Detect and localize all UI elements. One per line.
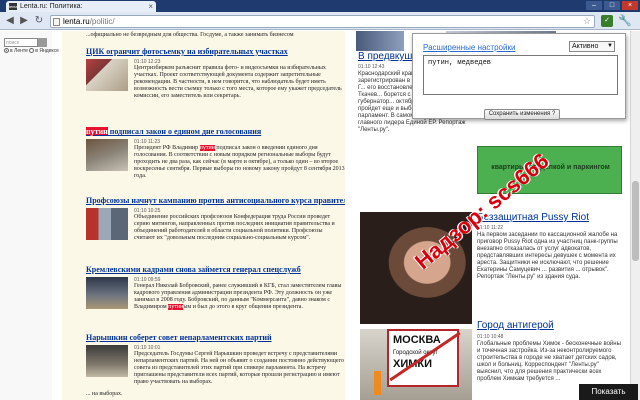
back-button[interactable]: ◀ [4,15,16,27]
orange-post [374,371,381,395]
body-text: ым и был до этого в круг общения президе… [183,304,303,310]
news-item: Нарышкин соберет совет непарламентских п… [86,333,345,385]
bookmark-star-icon[interactable]: ☆ [583,16,591,27]
news-item-image[interactable] [86,208,128,240]
radio-lenta[interactable] [4,48,9,54]
news-item-title[interactable]: Нарышкин соберет совет непарламентских п… [86,333,345,342]
news-item-title[interactable]: Профсоюзы начнут кампанию против антисоц… [86,196,345,205]
save-changes-button[interactable]: Сохранить изменения ? [484,109,560,120]
news-item-title[interactable]: ЦИК огранчит фотосъемку на избирательных… [86,47,345,56]
highlighted-keyword: путин [168,304,184,310]
search-input[interactable]: поиск [4,38,38,47]
highlighted-keyword: путин [86,127,108,136]
header-photo[interactable] [356,31,404,51]
tab-strip: lenta Lenta.ru: Политика: × – □ × [0,0,640,12]
extension-icon[interactable]: ✓ [601,15,613,27]
radio-yandex-label: в Яндексе [35,48,59,54]
right-time: 01:10 12:43 [358,64,385,70]
khimki-road-sign: МОСКВА Городской округ ХИМКИ [387,329,461,387]
lenta-favicon-icon: lenta [9,3,18,10]
minimize-button[interactable]: – [586,1,602,10]
news-item-body: Центризбирком разъяснит правила фото- и … [134,65,342,99]
extension-popup: Расширенные настройки Активно ▼ путин, м… [412,33,626,120]
news-item-title[interactable]: путин подписал закон о едином дне голосо… [86,127,345,136]
sign-text: МОСКВА [393,334,441,346]
tab-title: Lenta.ru: Политика: [20,3,83,10]
body-text: Президент РФ Владимир [134,145,200,151]
chevron-down-icon: ▼ [607,43,613,49]
news-item-title[interactable]: Кремлевскими кадрами снова займется гене… [86,265,345,274]
browser-toolbar: ◀ ▶ ↻ lenta.ru/politic/ ☆ [0,12,640,30]
scrollbar-thumb[interactable] [632,181,639,261]
status-select-value: Активно [572,43,599,50]
tail-text: ... на выборах. [86,391,123,397]
status-select[interactable]: Активно ▼ [569,41,615,52]
search-scope-radios: в Ленте в Яндексе [4,48,59,54]
news-item-image[interactable] [86,59,128,91]
reload-button[interactable]: ↻ [33,15,45,27]
maximize-button[interactable]: □ [604,1,620,10]
news-item: ЦИК огранчит фотосъемку на избирательных… [86,47,345,99]
news-item-image[interactable] [86,345,128,377]
news-item-body: Объединение российских профсоюзов Конфед… [134,214,335,241]
search-go-button[interactable] [38,38,47,47]
right-headline[interactable]: В предвкуш [358,51,412,62]
radio-yandex[interactable] [29,48,35,54]
news-item-image[interactable] [86,139,128,171]
page-icon [53,18,60,26]
news-item-body: Председатель Госдумы Сергей Нарышкин про… [134,351,344,385]
right-body: Глобальные проблемы Химок - бесконечные … [477,341,621,382]
close-window-button[interactable]: × [622,1,638,10]
scrollbar[interactable] [630,31,640,400]
right-time: 01:10 10:48 [477,334,504,340]
close-tab-icon[interactable]: × [148,1,153,12]
news-item: путин подписал закон о едином дне голосо… [86,127,345,179]
forward-button[interactable]: ▶ [18,15,30,27]
news-item-title-text: подписал закон о едином дне голосования [107,127,262,136]
news-item: Кремлевскими кадрами снова займется гене… [86,265,345,310]
url-path: /politic/ [89,17,115,26]
browser-tab[interactable]: lenta Lenta.ru: Политика: × [6,1,156,12]
lead-text: ...официально не безвредным для общества… [86,32,294,38]
right-body: На первом заседании по кассационной жало… [477,232,618,280]
show-button[interactable]: Показать [579,384,638,400]
left-sidebar: поиск в Ленте в Яндексе [0,31,59,400]
wrench-menu-icon[interactable]: 🔧 [618,14,632,28]
right-headline[interactable]: Город антигерой [477,320,554,331]
news-feed: ...официально не безвредным для общества… [62,31,345,400]
keywords-textarea[interactable]: путин, медведев [423,55,618,95]
advanced-settings-link[interactable]: Расширенные настройки [423,43,515,52]
news-item: Профсоюзы начнут кампанию против антисоц… [86,196,345,241]
window-controls: – □ × [586,1,638,10]
highlighted-keyword: путин [199,145,215,151]
address-bar[interactable]: lenta.ru/politic/ ☆ [50,15,595,28]
news-item-body: Президент РФ Владимир путин подписал зак… [134,145,345,180]
news-item-body: Генерал Николай Бобровский, ранее служив… [134,283,345,311]
news-item-image[interactable] [86,277,128,309]
radio-lenta-label: в Ленте [10,48,28,54]
url-host: lenta.ru [63,17,90,26]
